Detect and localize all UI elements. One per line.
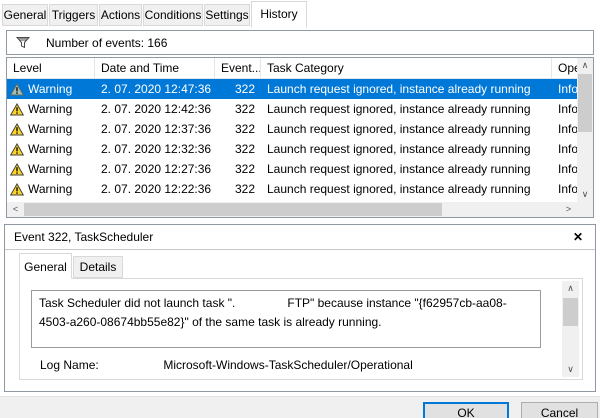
warning-icon	[10, 83, 24, 96]
event-datetime: 2. 07. 2020 12:37:36	[95, 122, 215, 136]
close-icon[interactable]: ✕	[573, 225, 583, 250]
event-row[interactable]: Warning 2. 07. 2020 12:32:36 322 Launch …	[7, 139, 577, 159]
tab-settings[interactable]: Settings	[204, 4, 250, 26]
event-id: 322	[215, 162, 261, 176]
events-summary-bar: Number of events: 166	[6, 30, 594, 55]
log-name-row: Log Name: Microsoft-Windows-TaskSchedule…	[40, 358, 413, 372]
event-task-category: Launch request ignored, instance already…	[261, 122, 552, 136]
log-name-label: Log Name:	[40, 358, 160, 372]
event-id: 322	[215, 142, 261, 156]
event-list-header: Level Date and Time Event... Task Catego…	[7, 58, 577, 79]
column-header-task-category[interactable]: Task Category	[261, 58, 552, 78]
event-row[interactable]: Warning 2. 07. 2020 12:27:36 322 Launch …	[7, 159, 577, 179]
tab-history[interactable]: History	[251, 1, 307, 28]
event-row[interactable]: Warning 2. 07. 2020 12:37:36 322 Launch …	[7, 119, 577, 139]
column-header-date-time[interactable]: Date and Time	[95, 58, 215, 78]
event-preview-pane: Event 322, TaskScheduler ✕ General Detai…	[4, 224, 596, 392]
event-row[interactable]: Warning 2. 07. 2020 12:42:36 322 Launch …	[7, 99, 577, 119]
scroll-down-icon[interactable]: ∨	[562, 363, 579, 376]
scroll-left-icon[interactable]: <	[8, 202, 23, 217]
event-task-category: Launch request ignored, instance already…	[261, 182, 552, 196]
filter-funnel-icon	[16, 36, 30, 49]
tab-conditions[interactable]: Conditions	[143, 4, 203, 26]
event-datetime: 2. 07. 2020 12:27:36	[95, 162, 215, 176]
properties-tabstrip: General Triggers Actions Conditions Sett…	[0, 0, 600, 29]
list-horizontal-scrollbar[interactable]: < >	[7, 202, 577, 217]
scrollbar-corner	[577, 202, 593, 217]
log-name-value: Microsoft-Windows-TaskScheduler/Operatio…	[163, 358, 412, 372]
event-row[interactable]: Warning 2. 07. 2020 12:22:36 322 Launch …	[7, 179, 577, 199]
warning-icon	[10, 143, 24, 156]
event-datetime: 2. 07. 2020 12:47:36	[95, 82, 215, 96]
event-id: 322	[215, 102, 261, 116]
event-list-body: Warning 2. 07. 2020 12:47:36 322 Launch …	[7, 79, 577, 202]
event-level: Warning	[28, 82, 72, 96]
event-opcode: Info	[552, 102, 577, 116]
event-task-category: Launch request ignored, instance already…	[261, 82, 552, 96]
task-properties-dialog: General Triggers Actions Conditions Sett…	[0, 0, 600, 418]
event-level: Warning	[28, 142, 72, 156]
event-level: Warning	[28, 122, 72, 136]
preview-scroll-thumb[interactable]	[563, 298, 578, 326]
event-id: 322	[215, 182, 261, 196]
event-datetime: 2. 07. 2020 12:42:36	[95, 102, 215, 116]
list-vertical-scrollbar[interactable]: ∧ ∨	[577, 58, 593, 202]
event-opcode: Info	[552, 182, 577, 196]
preview-title: Event 322, TaskScheduler	[14, 230, 153, 244]
preview-vertical-scrollbar[interactable]: ∧ ∨	[562, 281, 579, 377]
event-list: Level Date and Time Event... Task Catego…	[6, 57, 594, 218]
horizontal-scroll-thumb[interactable]	[24, 203, 442, 216]
redacted-task-name	[235, 296, 287, 307]
event-id: 322	[215, 122, 261, 136]
event-task-category: Launch request ignored, instance already…	[261, 142, 552, 156]
event-description-box[interactable]: Task Scheduler did not launch task ".FTP…	[31, 290, 541, 348]
column-header-operational[interactable]: Oper	[552, 58, 577, 78]
event-task-category: Launch request ignored, instance already…	[261, 162, 552, 176]
scroll-down-icon[interactable]: ∨	[577, 188, 593, 201]
event-task-category: Launch request ignored, instance already…	[261, 102, 552, 116]
event-opcode: Info	[552, 162, 577, 176]
event-level: Warning	[28, 102, 72, 116]
scroll-up-icon[interactable]: ∧	[577, 59, 593, 72]
event-opcode: Info	[552, 142, 577, 156]
preview-general-page: Task Scheduler did not launch task ".FTP…	[19, 278, 583, 380]
scroll-right-icon[interactable]: >	[561, 202, 576, 217]
event-opcode: Info	[552, 82, 577, 96]
warning-icon	[10, 183, 24, 196]
preview-tab-general[interactable]: General	[19, 253, 72, 279]
event-level: Warning	[28, 182, 72, 196]
events-count-label: Number of events: 166	[46, 36, 167, 50]
event-datetime: 2. 07. 2020 12:32:36	[95, 142, 215, 156]
event-description-prefix: Task Scheduler did not launch task ".	[39, 296, 235, 310]
column-header-event-id[interactable]: Event...	[215, 58, 261, 78]
ok-button[interactable]: OK	[423, 402, 509, 418]
tab-triggers[interactable]: Triggers	[49, 4, 98, 26]
event-level: Warning	[28, 162, 72, 176]
dialog-footer: OK Cancel	[0, 396, 600, 418]
cancel-button[interactable]: Cancel	[521, 402, 598, 418]
column-header-level[interactable]: Level	[7, 58, 95, 78]
event-row[interactable]: Warning 2. 07. 2020 12:47:36 322 Launch …	[7, 79, 577, 99]
tab-general[interactable]: General	[2, 4, 48, 26]
event-opcode: Info	[552, 122, 577, 136]
event-datetime: 2. 07. 2020 12:22:36	[95, 182, 215, 196]
tab-actions[interactable]: Actions	[99, 4, 142, 26]
warning-icon	[10, 103, 24, 116]
event-id: 322	[215, 82, 261, 96]
warning-icon	[10, 163, 24, 176]
vertical-scroll-thumb[interactable]	[578, 74, 592, 132]
scroll-up-icon[interactable]: ∧	[562, 282, 579, 295]
preview-tab-details[interactable]: Details	[73, 256, 123, 278]
preview-title-bar: Event 322, TaskScheduler ✕	[5, 225, 595, 250]
warning-icon	[10, 123, 24, 136]
